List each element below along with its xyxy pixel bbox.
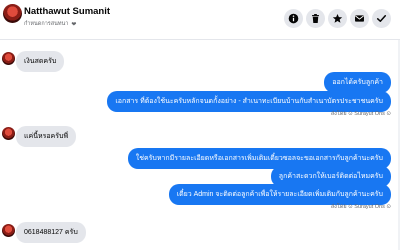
subtitle-label: กำหนดการสนทนา	[24, 21, 69, 27]
star-button[interactable]	[328, 9, 347, 28]
check-icon	[376, 14, 387, 23]
info-icon	[288, 13, 299, 24]
delete-button[interactable]	[306, 9, 325, 28]
contact-avatar-small[interactable]	[2, 127, 15, 140]
conversation-header: Natthawut Sumanit กำหนดการสนทนา ❤	[0, 0, 400, 40]
trash-icon	[312, 14, 319, 23]
mark-done-button[interactable]	[372, 9, 391, 28]
outgoing-message[interactable]: ออกได้ครับลูกค้า	[324, 72, 391, 93]
heart-icon: ❤	[71, 21, 77, 28]
mark-unread-button[interactable]	[350, 9, 369, 28]
contact-avatar[interactable]	[3, 4, 22, 23]
outgoing-message[interactable]: เดี๋ยว Admin จะติดต่อลูกค้าเพื่อให้รายละ…	[168, 184, 391, 205]
star-icon	[332, 14, 343, 23]
sent-by-label: ส่งโดย ⊙ Surayut Ons ⊙	[330, 111, 391, 117]
conversation-subtitle[interactable]: กำหนดการสนทนา ❤	[24, 20, 76, 28]
contact-name[interactable]: Natthawut Sumanit	[24, 6, 110, 17]
outgoing-message[interactable]: เอกสาร ที่ต้องใช้นะครับหลักจนดกั้งอย่าง …	[107, 91, 391, 112]
info-button[interactable]	[284, 9, 303, 28]
sent-by-label: ส่งโดย ⊙ Surayut Ons ⊙	[330, 204, 391, 210]
incoming-message[interactable]: เงินสดครับ	[16, 51, 65, 72]
mail-icon	[355, 15, 364, 22]
contact-avatar-small[interactable]	[2, 52, 15, 65]
contact-avatar-small[interactable]	[2, 224, 15, 237]
incoming-message[interactable]: 0618488127 ครับ	[16, 222, 86, 243]
incoming-message[interactable]: แค่นี้หรอครับพี่	[16, 126, 77, 147]
